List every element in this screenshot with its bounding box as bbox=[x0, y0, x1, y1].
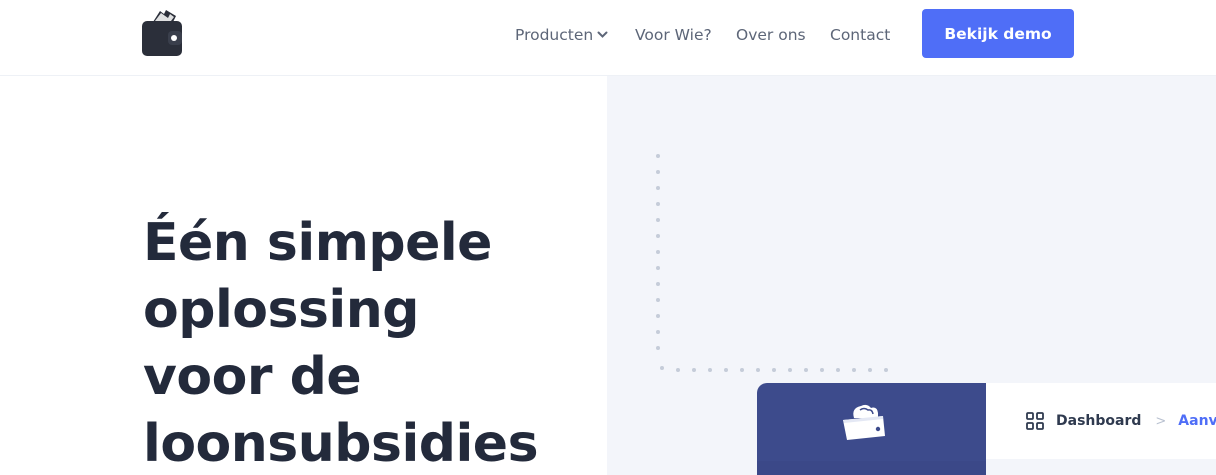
nav-producten[interactable]: Producten bbox=[515, 26, 635, 44]
hero-title: Één simpele oplossing voor de loonsubsid… bbox=[143, 210, 539, 475]
nav-over-ons[interactable]: Over ons bbox=[736, 26, 830, 44]
hero-title-line-2: oplossing bbox=[143, 280, 419, 340]
hero-title-line-3: voor de bbox=[143, 347, 362, 407]
breadcrumb: Dashboard > Aanvra bbox=[1026, 412, 1216, 430]
nav-contact-label: Contact bbox=[830, 26, 891, 44]
nav-voor-wie[interactable]: Voor Wie? bbox=[635, 26, 736, 44]
wallet-icon bbox=[837, 402, 891, 442]
app-preview-sidebar bbox=[757, 383, 986, 475]
breadcrumb-dashboard[interactable]: Dashboard bbox=[1056, 413, 1141, 429]
chevron-down-icon bbox=[597, 31, 608, 38]
hero-title-line-1: Één simpele bbox=[143, 213, 492, 273]
breadcrumb-separator: > bbox=[1155, 413, 1167, 429]
bekijk-demo-label: Bekijk demo bbox=[944, 24, 1052, 43]
main-menu: Producten Voor Wie? Over ons Contact bbox=[515, 24, 890, 46]
sidebar-active-strip bbox=[757, 461, 986, 475]
hero-title-line-4: loonsubsidies bbox=[143, 414, 539, 474]
nav-voor-wie-label: Voor Wie? bbox=[635, 26, 712, 44]
top-navigation: Producten Voor Wie? Over ons Contact Bek… bbox=[0, 0, 1216, 76]
nav-over-ons-label: Over ons bbox=[736, 26, 806, 44]
breadcrumb-current[interactable]: Aanvra bbox=[1178, 413, 1216, 429]
grid-icon bbox=[1026, 412, 1044, 430]
app-preview-header: Dashboard > Aanvra bbox=[986, 383, 1216, 459]
bekijk-demo-button[interactable]: Bekijk demo bbox=[922, 9, 1074, 58]
wallet-icon[interactable] bbox=[140, 8, 184, 58]
nav-contact[interactable]: Contact bbox=[830, 26, 890, 44]
nav-producten-label: Producten bbox=[515, 26, 594, 44]
